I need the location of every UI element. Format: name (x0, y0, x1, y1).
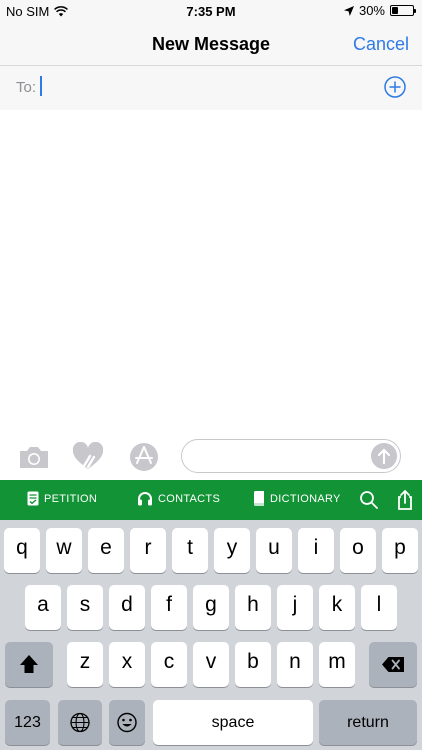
key-label: n (289, 650, 301, 673)
key-i[interactable]: i (298, 528, 334, 573)
key-label: r (144, 536, 152, 559)
key-label: u (268, 536, 280, 559)
key-c[interactable]: c (151, 642, 187, 687)
key-label: w (56, 536, 72, 559)
key-r[interactable]: r (130, 528, 166, 573)
message-thread (0, 110, 422, 436)
dictionary-button[interactable]: DICTIONARY (253, 491, 341, 506)
key-w[interactable]: w (46, 528, 82, 573)
status-bar: No SIM 7:35 PM 30% (0, 0, 422, 22)
numbers-key[interactable]: 123 (5, 700, 50, 745)
key-b[interactable]: b (235, 642, 271, 687)
book-icon (254, 491, 264, 506)
key-label: a (37, 593, 49, 616)
app-store-icon[interactable] (127, 442, 161, 472)
search-icon[interactable] (358, 489, 380, 511)
key-d[interactable]: d (109, 585, 145, 630)
key-label: f (166, 593, 172, 616)
share-icon[interactable] (394, 489, 416, 511)
petition-icon (27, 491, 39, 506)
petition-label: PETITION (44, 492, 98, 505)
key-y[interactable]: y (214, 528, 250, 573)
petition-button[interactable]: PETITION (27, 491, 97, 506)
key-l[interactable]: l (361, 585, 397, 630)
camera-icon[interactable] (17, 442, 51, 472)
key-j[interactable]: j (277, 585, 313, 630)
emoji-icon (117, 712, 137, 733)
key-label: i (313, 536, 319, 559)
key-label: b (247, 650, 259, 673)
shift-key[interactable] (5, 642, 53, 687)
compose-bar (0, 436, 422, 480)
nav-bar: New Message Cancel (0, 22, 422, 66)
key-label: h (247, 593, 259, 616)
backspace-icon (382, 657, 404, 672)
key-label: j (292, 593, 298, 616)
globe-icon (70, 712, 90, 733)
globe-key[interactable] (58, 700, 102, 745)
delete-key[interactable] (369, 642, 417, 687)
key-label: o (352, 536, 364, 559)
return-key[interactable]: return (319, 700, 417, 745)
key-q[interactable]: q (4, 528, 40, 573)
key-u[interactable]: u (256, 528, 292, 573)
headphones-icon (138, 492, 152, 506)
key-label: y (226, 536, 238, 559)
key-o[interactable]: o (340, 528, 376, 573)
keyboard-toolbar: PETITION CONTACTS DICTIONARY (0, 480, 422, 520)
key-z[interactable]: z (67, 642, 103, 687)
digital-touch-icon[interactable] (71, 442, 105, 472)
key-label: p (394, 536, 406, 559)
key-v[interactable]: v (193, 642, 229, 687)
key-label: v (205, 650, 217, 673)
contacts-button[interactable]: CONTACTS (137, 491, 220, 506)
recipient-label: To: (16, 79, 37, 96)
key-g[interactable]: g (193, 585, 229, 630)
recipient-input[interactable] (38, 76, 358, 100)
key-label: m (328, 650, 346, 673)
key-label: t (187, 536, 193, 559)
key-k[interactable]: k (319, 585, 355, 630)
dictionary-label: DICTIONARY (270, 492, 341, 505)
location-arrow-icon (343, 5, 354, 16)
key-h[interactable]: h (235, 585, 271, 630)
key-label: q (16, 536, 28, 559)
cancel-button[interactable]: Cancel (353, 34, 409, 55)
emoji-key[interactable] (109, 700, 145, 745)
battery-percent: 30% (358, 3, 385, 18)
key-p[interactable]: p (382, 528, 418, 573)
key-label: d (121, 593, 133, 616)
key-label: c (163, 650, 175, 673)
recipient-row: To: (0, 66, 422, 110)
text-caret (40, 76, 42, 96)
contacts-label: CONTACTS (158, 492, 221, 505)
key-x[interactable]: x (109, 642, 145, 687)
key-s[interactable]: s (67, 585, 103, 630)
message-input[interactable] (194, 446, 369, 468)
key-label: x (121, 650, 133, 673)
status-right: 30% (343, 3, 416, 18)
key-m[interactable]: m (319, 642, 355, 687)
key-f[interactable]: f (151, 585, 187, 630)
key-label: s (79, 593, 91, 616)
key-label: g (205, 593, 217, 616)
keyboard: q w e r t y u i o p a s d f g h j k l z x c v b n m 123 space r… (0, 520, 422, 750)
key-e[interactable]: e (88, 528, 124, 573)
battery-level (392, 7, 398, 14)
key-n[interactable]: n (277, 642, 313, 687)
send-arrow-icon[interactable] (371, 443, 397, 469)
key-label: k (331, 593, 343, 616)
key-label: l (376, 593, 382, 616)
key-t[interactable]: t (172, 528, 208, 573)
space-key[interactable]: space (153, 700, 313, 745)
add-contact-icon[interactable] (384, 76, 406, 98)
message-field[interactable] (181, 439, 401, 473)
key-label: z (79, 650, 91, 673)
key-a[interactable]: a (25, 585, 61, 630)
key-label: e (100, 536, 112, 559)
battery-icon (390, 5, 416, 16)
shift-icon (20, 655, 38, 673)
